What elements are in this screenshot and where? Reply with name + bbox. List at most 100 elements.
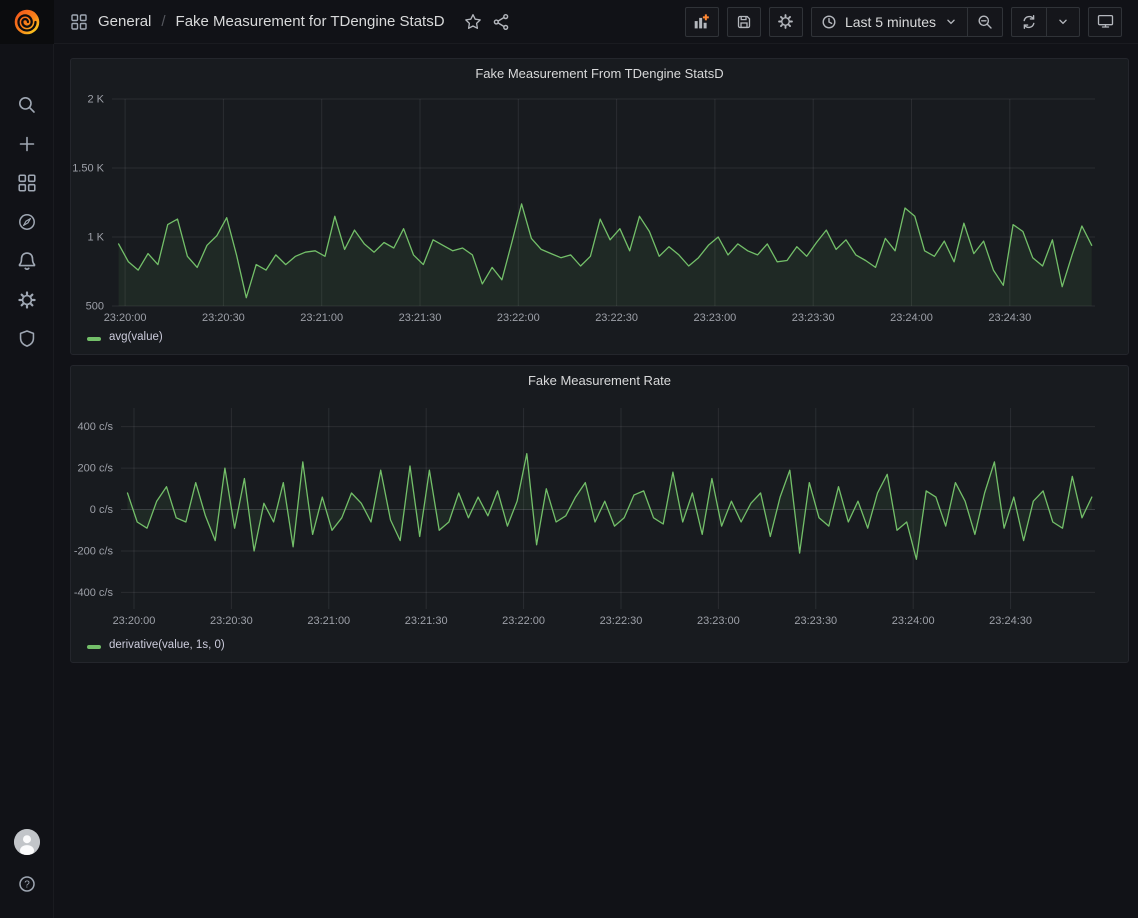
x-tick-label: 23:23:30	[792, 312, 835, 324]
x-tick-label: 23:22:00	[502, 615, 545, 627]
panel-fake-measurement: Fake Measurement From TDengine StatsD 23…	[70, 58, 1129, 355]
x-tick-label: 23:20:00	[104, 312, 147, 324]
time-range-picker[interactable]: Last 5 minutes	[812, 8, 967, 36]
clock-icon	[821, 14, 837, 30]
panel-fake-measurement-rate: Fake Measurement Rate 23:20:0023:20:3023…	[70, 365, 1129, 663]
chart-legend: avg(value)	[71, 328, 1128, 354]
x-tick-label: 23:23:30	[794, 615, 837, 627]
x-tick-label: 23:20:30	[210, 615, 253, 627]
save-dashboard-button[interactable]	[727, 7, 761, 37]
dashboard-toolbar: Last 5 minutes	[685, 7, 1122, 37]
x-tick-label: 23:21:00	[307, 615, 350, 627]
save-icon	[736, 14, 752, 30]
refresh-button[interactable]	[1012, 8, 1046, 36]
dashboard-settings-button[interactable]	[769, 7, 803, 37]
svg-text:?: ?	[24, 880, 30, 891]
dashboards-menu-item[interactable]	[17, 173, 37, 193]
chevron-down-icon	[1056, 15, 1070, 29]
x-tick-label: 23:22:30	[595, 312, 638, 324]
sidebar: ?	[0, 44, 54, 918]
help-icon: ?	[17, 874, 37, 894]
y-tick-label: 1.50 K	[72, 163, 104, 175]
create-menu-item[interactable]	[17, 134, 37, 154]
x-tick-label: 23:21:30	[399, 312, 442, 324]
x-tick-label: 23:23:00	[697, 615, 740, 627]
timeseries-svg[interactable]: 23:20:00 23:20:30 23:21:00 23:21:30 23:22:00…	[71, 394, 1128, 636]
x-tick-label: 23:20:30	[202, 312, 245, 324]
y-tick-label: 2 K	[87, 94, 104, 106]
explore-menu-item[interactable]	[17, 212, 37, 232]
cycle-view-mode-button[interactable]	[1088, 7, 1122, 37]
time-range-label: Last 5 minutes	[845, 14, 936, 30]
series-line	[128, 454, 1092, 560]
grafana-logo[interactable]	[0, 0, 54, 44]
dashboard-canvas: Fake Measurement From TDengine StatsD 23…	[54, 44, 1138, 673]
x-tick-label: 23:20:00	[113, 615, 156, 627]
timeseries-svg[interactable]: 23:20:00 23:20:30 23:21:00 23:21:30 23:22:00…	[71, 87, 1128, 328]
share-button[interactable]	[487, 8, 515, 36]
apps-grid-icon	[70, 13, 88, 31]
timeseries-chart[interactable]: 23:20:00 23:20:30 23:21:00 23:21:30 23:22:00…	[71, 394, 1128, 636]
y-tick-label: 0 c/s	[90, 504, 114, 516]
monitor-icon	[1097, 13, 1114, 30]
user-avatar[interactable]	[14, 829, 40, 855]
search-icon	[17, 95, 37, 115]
alerting-menu-item[interactable]	[17, 251, 37, 271]
refresh-interval-dropdown[interactable]	[1046, 8, 1079, 36]
y-tick-label: -400 c/s	[74, 587, 114, 599]
configuration-menu-item[interactable]	[17, 290, 37, 310]
avatar-silhouette-icon	[14, 829, 40, 855]
time-picker-group: Last 5 minutes	[811, 7, 1003, 37]
series-fill	[119, 204, 1092, 306]
help-menu-item[interactable]: ?	[17, 874, 37, 894]
configuration-gear-icon	[17, 290, 37, 310]
star-icon	[464, 13, 482, 31]
y-tick-label: 400 c/s	[78, 421, 114, 433]
search-menu-item[interactable]	[17, 95, 37, 115]
x-tick-label: 23:21:30	[405, 615, 448, 627]
legend-label[interactable]: derivative(value, 1s, 0)	[109, 639, 225, 651]
zoom-out-button[interactable]	[967, 8, 1002, 36]
x-tick-label: 23:24:00	[892, 615, 935, 627]
share-icon	[492, 13, 510, 31]
star-button[interactable]	[459, 8, 487, 36]
settings-gear-icon	[777, 13, 794, 30]
refresh-icon	[1021, 14, 1037, 30]
breadcrumb-separator: /	[161, 13, 165, 30]
panel-title[interactable]: Fake Measurement From TDengine StatsD	[71, 59, 1128, 87]
breadcrumb: General / Fake Measurement for TDengine …	[70, 13, 445, 31]
x-tick-label: 23:24:30	[989, 615, 1032, 627]
y-tick-label: 500	[86, 301, 104, 313]
x-tick-label: 23:24:00	[890, 312, 933, 324]
legend-label[interactable]: avg(value)	[109, 331, 163, 343]
add-panel-icon	[693, 13, 710, 30]
grafana-logo-icon	[10, 5, 44, 39]
legend-swatch[interactable]	[87, 645, 101, 649]
dashboard-title: Fake Measurement for TDengine StatsD	[176, 13, 445, 30]
top-navbar: General / Fake Measurement for TDengine …	[0, 0, 1138, 44]
alerting-bell-icon	[17, 251, 37, 271]
y-tick-label: -200 c/s	[74, 545, 114, 557]
x-tick-label: 23:23:00	[693, 312, 736, 324]
x-tick-label: 23:24:30	[988, 312, 1031, 324]
plus-icon	[17, 134, 37, 154]
series-fill	[128, 454, 1092, 560]
legend-swatch[interactable]	[87, 337, 101, 341]
timeseries-chart[interactable]: 23:20:00 23:20:30 23:21:00 23:21:30 23:22:00…	[71, 87, 1128, 328]
refresh-group	[1011, 7, 1080, 37]
y-tick-label: 1 K	[87, 232, 104, 244]
x-tick-label: 23:21:00	[300, 312, 343, 324]
panel-title[interactable]: Fake Measurement Rate	[71, 366, 1128, 394]
y-tick-label: 200 c/s	[78, 463, 114, 475]
explore-compass-icon	[17, 212, 37, 232]
breadcrumb-folder[interactable]: General	[98, 13, 151, 30]
chevron-down-icon	[944, 15, 958, 29]
x-tick-label: 23:22:00	[497, 312, 540, 324]
dashboards-grid-icon	[17, 173, 37, 193]
server-admin-menu-item[interactable]	[17, 329, 37, 349]
add-panel-button[interactable]	[685, 7, 719, 37]
x-tick-label: 23:22:30	[600, 615, 643, 627]
chart-legend: derivative(value, 1s, 0)	[71, 636, 1128, 662]
zoom-out-icon	[977, 14, 993, 30]
admin-shield-icon	[17, 329, 37, 349]
